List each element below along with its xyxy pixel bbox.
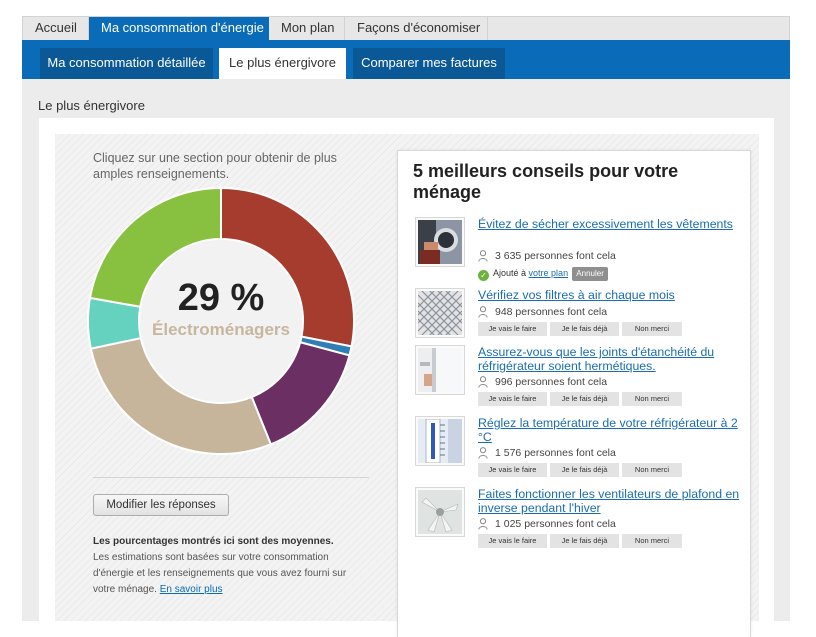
people-count-text: 996 personnes font cela — [495, 376, 608, 388]
cancel-button[interactable]: Annuler — [572, 267, 609, 281]
tip-item: Assurez-vous que les joints d'étanchéité… — [415, 345, 745, 411]
selected-category: Électroménagers — [152, 320, 290, 339]
already-do-button[interactable]: Je le fais déjà — [550, 463, 619, 477]
top-tips-card: 5 meilleurs conseils pour votre ménage É… — [397, 150, 751, 637]
no-thanks-button[interactable]: Non merci — [622, 463, 682, 477]
tip-actions: Je vais le faire Je le fais déjà Non mer… — [478, 392, 682, 406]
people-count: 1 576 personnes font cela — [478, 446, 616, 463]
no-thanks-button[interactable]: Non merci — [622, 534, 682, 548]
will-do-button[interactable]: Je vais le faire — [478, 534, 547, 548]
divider — [93, 477, 369, 478]
check-icon: ✓ — [478, 270, 489, 281]
modify-answers-button[interactable]: Modifier les réponses — [93, 494, 229, 516]
sub-navigation: Ma consommation détaillée Le plus énergi… — [22, 40, 790, 79]
subtab-plus-energivore[interactable]: Le plus énergivore — [219, 48, 346, 79]
tab-mon-plan[interactable]: Mon plan — [269, 17, 345, 41]
people-count-text: 1 025 personnes font cela — [495, 518, 616, 530]
tip-actions: Je vais le faire Je le fais déjà Non mer… — [478, 534, 682, 548]
subtab-consommation-detaillee[interactable]: Ma consommation détaillée — [40, 48, 213, 79]
subtab-comparer-factures[interactable]: Comparer mes factures — [353, 48, 505, 79]
will-do-button[interactable]: Je vais le faire — [478, 322, 547, 336]
tip-title-link[interactable]: Vérifiez vos filtres à air chaque mois — [478, 288, 740, 302]
dryer-photo-icon — [415, 217, 465, 267]
energy-app: Accueil Ma consommation d'énergie Mon pl… — [22, 16, 790, 637]
tip-title-link[interactable]: Réglez la température de votre réfrigéra… — [478, 416, 740, 444]
will-do-button[interactable]: Je vais le faire — [478, 463, 547, 477]
learn-more-link[interactable]: En savoir plus — [160, 584, 223, 595]
people-count: 948 personnes font cela — [478, 305, 607, 322]
tip-actions: Je vais le faire Je le fais déjà Non mer… — [478, 463, 682, 477]
tab-facons-economiser[interactable]: Façons d'économiser — [345, 17, 488, 41]
averages-note: Les pourcentages montrés ici sont des mo… — [93, 534, 365, 598]
main-content: Le plus énergivore Cliquez sur une secti… — [22, 79, 790, 637]
person-icon — [478, 447, 488, 463]
fridge-seal-photo-icon — [415, 345, 465, 395]
top-navigation: Accueil Ma consommation d'énergie Mon pl… — [22, 16, 790, 41]
added-prefix: Ajouté à — [493, 268, 527, 278]
tab-ma-consommation[interactable]: Ma consommation d'énergie — [89, 17, 269, 41]
air-filter-photo-icon — [415, 288, 465, 338]
tip-title-link[interactable]: Assurez-vous que les joints d'étanchéité… — [478, 345, 740, 373]
will-do-button[interactable]: Je vais le faire — [478, 392, 547, 406]
people-count-text: 1 576 personnes font cela — [495, 447, 616, 459]
your-plan-link[interactable]: votre plan — [529, 268, 569, 278]
person-icon — [478, 250, 488, 266]
tip-actions: Je vais le faire Je le fais déjà Non mer… — [478, 322, 682, 336]
people-count: 3 635 personnes font cela — [478, 249, 616, 266]
person-icon — [478, 518, 488, 534]
note-heading: Les pourcentages montrés ici sont des mo… — [93, 536, 334, 547]
person-icon — [478, 376, 488, 392]
tip-item: Faites fonctionner les ventilateurs de p… — [415, 487, 745, 553]
people-count-text: 948 personnes font cela — [495, 306, 608, 318]
section-title: Le plus énergivore — [38, 98, 145, 113]
tips-title: 5 meilleurs conseils pour votre ménage — [413, 161, 679, 202]
people-count-text: 3 635 personnes font cela — [495, 250, 616, 262]
selected-percent: 29 % — [177, 277, 265, 319]
no-thanks-button[interactable]: Non merci — [622, 392, 682, 406]
people-count: 996 personnes font cela — [478, 375, 607, 392]
person-icon — [478, 306, 488, 322]
ceiling-fan-photo-icon — [415, 487, 465, 537]
already-do-button[interactable]: Je le fais déjà — [550, 534, 619, 548]
tip-title-link[interactable]: Faites fonctionner les ventilateurs de p… — [478, 487, 740, 515]
people-count: 1 025 personnes font cela — [478, 517, 616, 534]
thermometer-photo-icon — [415, 416, 465, 466]
added-to-plan-status: ✓ Ajouté à votre plan Annuler — [478, 266, 609, 282]
tip-item: Réglez la température de votre réfrigéra… — [415, 416, 745, 482]
already-do-button[interactable]: Je le fais déjà — [550, 392, 619, 406]
chart-instructions: Cliquez sur une section pour obtenir de … — [93, 151, 337, 181]
no-thanks-button[interactable]: Non merci — [622, 322, 682, 336]
tab-accueil[interactable]: Accueil — [23, 17, 89, 41]
tip-item: Évitez de sécher excessivement les vêtem… — [415, 217, 745, 283]
content-panel: Cliquez sur une section pour obtenir de … — [39, 118, 774, 637]
hatched-background: Cliquez sur une section pour obtenir de … — [55, 134, 759, 637]
tip-title-link[interactable]: Évitez de sécher excessivement les vêtem… — [478, 217, 740, 231]
already-do-button[interactable]: Je le fais déjà — [550, 322, 619, 336]
